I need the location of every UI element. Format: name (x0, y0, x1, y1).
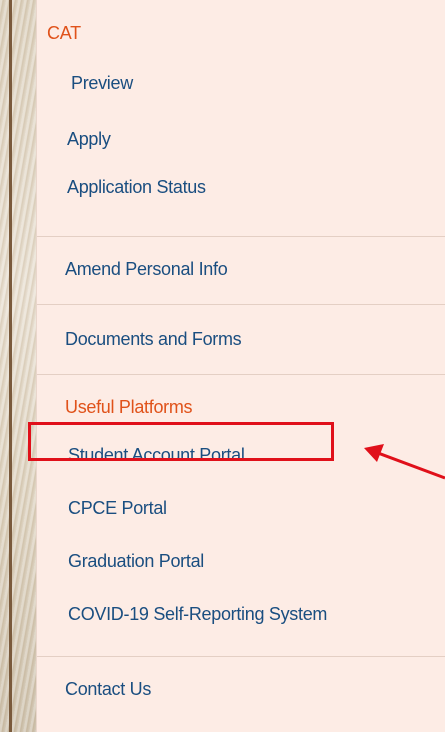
page-background-texture (0, 0, 36, 732)
red-arrow-annotation (364, 444, 445, 480)
section-heading-useful-platforms: Useful Platforms (65, 397, 193, 417)
menu-item-cpce-portal[interactable]: CPCE Portal (68, 497, 167, 519)
menu-item-amend-personal-info[interactable]: Amend Personal Info (65, 258, 228, 280)
arrow-shaft (377, 451, 445, 480)
menu-item-contact-us[interactable]: Contact Us (65, 678, 151, 700)
menu-separator (37, 236, 445, 237)
sidebar-border (9, 0, 12, 732)
menu-item-graduation-portal[interactable]: Graduation Portal (68, 550, 204, 572)
section-heading-cat: CAT (47, 23, 81, 43)
menu-separator (37, 656, 445, 657)
menu-separator (37, 304, 445, 305)
menu-item-documents-and-forms[interactable]: Documents and Forms (65, 328, 242, 350)
menu-item-apply[interactable]: Apply (67, 128, 111, 150)
menu-item-application-status[interactable]: Application Status (67, 176, 206, 198)
sidebar-menu: CAT Preview Apply Application Status Ame… (36, 0, 445, 732)
highlight-annotation-box (28, 422, 334, 461)
menu-separator (37, 374, 445, 375)
menu-item-covid-19-self-reporting-system[interactable]: COVID-19 Self-Reporting System (68, 603, 327, 625)
menu-item-preview[interactable]: Preview (71, 72, 133, 94)
